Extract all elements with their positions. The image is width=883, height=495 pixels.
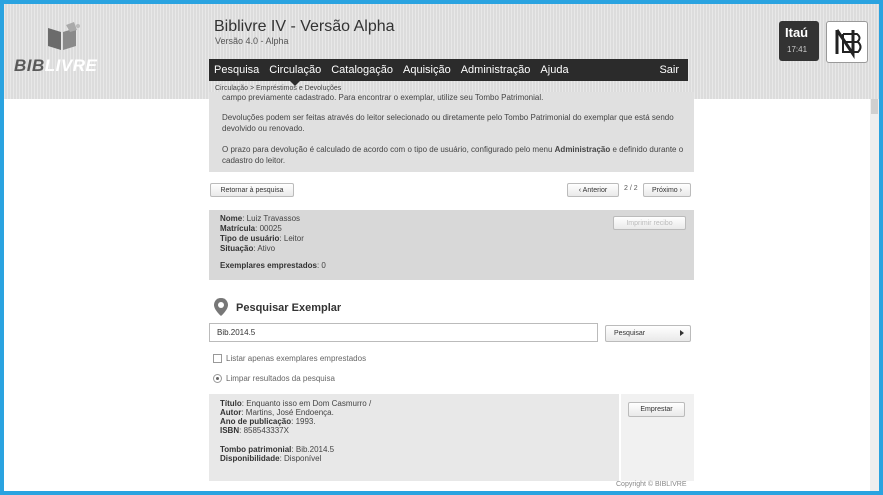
help-text-panel: campo previamente cadastrado. Para encon… bbox=[209, 92, 694, 172]
menu-catalogacao[interactable]: Catalogação bbox=[326, 59, 398, 81]
result-title: Título: Enquanto isso em Dom Casmurro / bbox=[220, 399, 372, 408]
logout-link[interactable]: Sair bbox=[654, 59, 688, 81]
result-isbn: ISBN: 858543337X bbox=[220, 426, 289, 435]
admin-menu-reference: Administração bbox=[554, 145, 611, 154]
app-window: BIBLIVRE Biblivre IV - Versão Alpha Vers… bbox=[4, 4, 879, 491]
search-input[interactable]: Bib.2014.5 bbox=[209, 323, 598, 342]
location-pin-icon bbox=[214, 298, 228, 316]
only-lent-checkbox[interactable] bbox=[213, 354, 222, 363]
page-indicator: 2 / 2 bbox=[624, 185, 638, 192]
help-paragraph: campo previamente cadastrado. Para encon… bbox=[222, 93, 544, 102]
previous-button[interactable]: ‹ Anterior bbox=[567, 183, 619, 197]
result-availability: Disponibilidade: Disponível bbox=[220, 454, 322, 463]
search-result-item: Título: Enquanto isso em Dom Casmurro / … bbox=[209, 394, 619, 481]
reader-info-panel: Nome: Luiz Travassos Matrícula: 00025 Ti… bbox=[209, 210, 694, 280]
app-title: Biblivre IV - Versão Alpha bbox=[214, 18, 395, 35]
scrollbar-thumb[interactable] bbox=[871, 99, 878, 114]
result-tombo: Tombo patrimonial: Bib.2014.5 bbox=[220, 445, 335, 454]
main-content: campo previamente cadastrado. Para encon… bbox=[209, 92, 694, 491]
clear-results-icon bbox=[213, 374, 222, 383]
result-actions: Emprestar bbox=[621, 394, 694, 481]
bank-name: Itaú bbox=[785, 25, 809, 40]
monogram-logo-icon bbox=[826, 21, 868, 63]
arrow-right-icon bbox=[680, 330, 684, 336]
search-button-label: Pesquisar bbox=[614, 330, 646, 337]
clear-results-label: Limpar resultados da pesquisa bbox=[226, 374, 335, 383]
breadcrumb: Circulação > Empréstimos e Devoluções bbox=[215, 85, 342, 92]
reader-type: Tipo de usuário: Leitor bbox=[220, 234, 304, 243]
menu-administracao[interactable]: Administração bbox=[456, 59, 536, 81]
back-to-search-button[interactable]: Retornar à pesquisa bbox=[210, 183, 294, 197]
result-author: Autor: Martins, José Endoença. bbox=[220, 408, 334, 417]
clock-time: 17:41 bbox=[787, 45, 808, 54]
copyright-text: Copyright © BIBLIVRE bbox=[616, 481, 687, 488]
only-lent-option[interactable]: Listar apenas exemplares emprestados bbox=[213, 354, 366, 363]
lend-button[interactable]: Emprestar bbox=[628, 402, 685, 417]
reader-loans: Exemplares emprestados: 0 bbox=[220, 261, 326, 270]
only-lent-label: Listar apenas exemplares emprestados bbox=[226, 354, 367, 363]
clear-results-option[interactable]: Limpar resultados da pesquisa bbox=[213, 374, 335, 383]
bank-badge: Itaú 17:41 bbox=[779, 21, 819, 61]
help-paragraph: O prazo para devolução é calculado de ac… bbox=[222, 145, 684, 165]
menu-ajuda[interactable]: Ajuda bbox=[535, 59, 573, 81]
help-paragraph: Devoluções podem ser feitas através do l… bbox=[222, 113, 674, 133]
book-logo-icon bbox=[48, 22, 80, 50]
biblivre-logo: BIBLIVRE bbox=[14, 22, 104, 75]
search-button[interactable]: Pesquisar bbox=[605, 325, 691, 342]
result-year: Ano de publicação: 1993. bbox=[220, 417, 316, 426]
reader-name: Nome: Luiz Travassos bbox=[220, 214, 301, 223]
reader-status: Situação: Ativo bbox=[220, 244, 276, 253]
next-button[interactable]: Próximo › bbox=[643, 183, 691, 197]
print-receipt-button[interactable]: Imprimir recibo bbox=[613, 216, 686, 230]
app-version: Versão 4.0 - Alpha bbox=[215, 36, 289, 46]
logo-text-bib: BIB bbox=[14, 56, 45, 75]
menu-pesquisa[interactable]: Pesquisa bbox=[209, 59, 264, 81]
logo-text-livre: LIVRE bbox=[44, 56, 98, 75]
vertical-scrollbar[interactable] bbox=[870, 99, 879, 491]
header: BIBLIVRE Biblivre IV - Versão Alpha Vers… bbox=[4, 4, 879, 99]
menu-circulacao[interactable]: Circulação bbox=[264, 59, 326, 86]
main-menu: Pesquisa Circulação Catalogação Aquisiçã… bbox=[209, 59, 688, 86]
menu-aquisicao[interactable]: Aquisição bbox=[398, 59, 456, 81]
search-title: Pesquisar Exemplar bbox=[236, 302, 342, 314]
reader-registration: Matrícula: 00025 bbox=[220, 224, 282, 233]
